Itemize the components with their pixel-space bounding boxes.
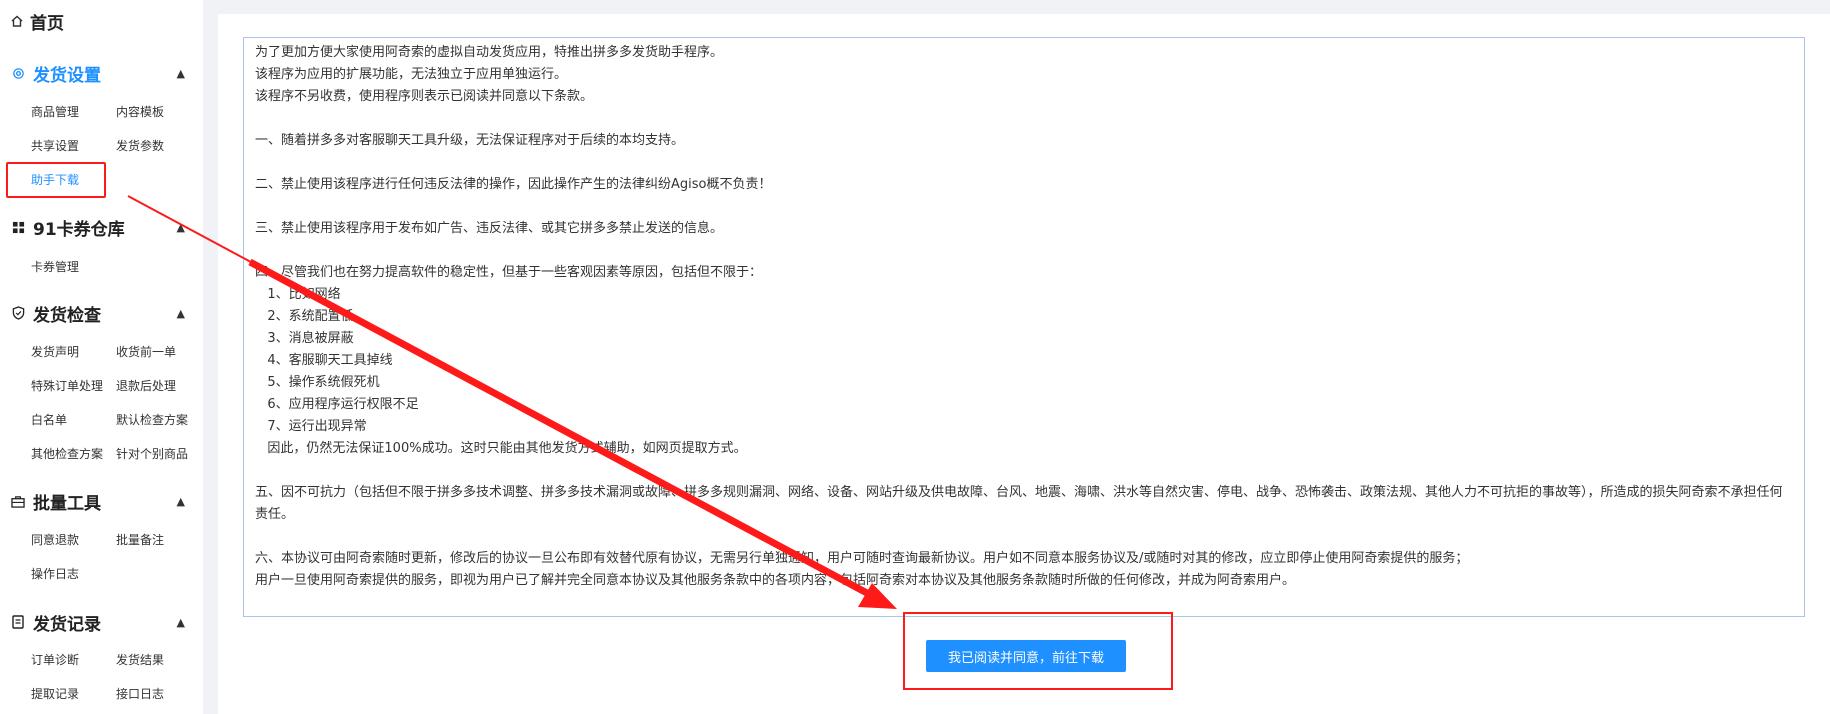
sidebar-item-order-diagnosis[interactable]: 订单诊断	[31, 651, 79, 669]
chevron-up-icon: ▲	[176, 66, 185, 80]
sidebar-item-batch-remark[interactable]: 批量备注	[116, 531, 164, 549]
sidebar-item-coupon-management[interactable]: 卡券管理	[31, 258, 79, 276]
sidebar-item-product-management[interactable]: 商品管理	[31, 103, 79, 121]
section-title: 发货设置	[33, 65, 101, 86]
sidebar-item-whitelist[interactable]: 白名单	[31, 411, 67, 429]
sidebar-item-agree-refund[interactable]: 同意退款	[31, 531, 79, 549]
sidebar-item-api-log[interactable]: 接口日志	[116, 685, 164, 703]
section-title: 发货记录	[33, 614, 101, 635]
sidebar-item-delivery-params[interactable]: 发货参数	[116, 137, 164, 155]
home-icon	[11, 15, 23, 27]
nav-home-label: 首页	[30, 13, 64, 34]
section-delivery-check[interactable]: 发货检查 ▲	[10, 300, 185, 326]
sidebar-item-other-check-plan[interactable]: 其他检查方案	[31, 445, 103, 463]
document-icon	[10, 615, 26, 629]
sidebar-item-specific-products[interactable]: 针对个别商品	[116, 445, 188, 463]
agreement-textarea[interactable]: 为了更加方便大家使用阿奇索的虚拟自动发货应用，特推出拼多多发货助手程序。 该程序…	[243, 37, 1805, 617]
grid-icon	[10, 221, 26, 234]
sidebar-item-operation-log[interactable]: 操作日志	[31, 565, 79, 583]
sidebar-item-delivery-statement[interactable]: 发货声明	[31, 343, 79, 361]
gear-icon	[10, 67, 26, 80]
sidebar: 首页 发货设置 ▲ 商品管理 内容模板 共享设置 发货参数 助手下载 91卡券仓…	[0, 0, 203, 714]
sidebar-item-post-refund[interactable]: 退款后处理	[116, 377, 176, 395]
section-title: 91卡券仓库	[33, 219, 125, 240]
section-delivery-settings[interactable]: 发货设置 ▲	[10, 60, 185, 86]
nav-home[interactable]: 首页	[10, 10, 64, 34]
sidebar-item-extract-records[interactable]: 提取记录	[31, 685, 79, 703]
section-title: 批量工具	[33, 493, 101, 514]
chevron-up-icon: ▲	[176, 220, 185, 234]
shield-icon	[10, 306, 26, 320]
sidebar-item-default-check-plan[interactable]: 默认检查方案	[116, 411, 188, 429]
chevron-up-icon: ▲	[176, 615, 185, 629]
highlight-box	[6, 162, 106, 198]
section-title: 发货检查	[33, 305, 101, 326]
sidebar-item-delivery-result[interactable]: 发货结果	[116, 651, 164, 669]
chevron-up-icon: ▲	[176, 306, 185, 320]
sidebar-item-pre-receipt-order[interactable]: 收货前一单	[116, 343, 176, 361]
sidebar-item-share-settings[interactable]: 共享设置	[31, 137, 79, 155]
sidebar-item-content-template[interactable]: 内容模板	[116, 103, 164, 121]
section-coupon-warehouse[interactable]: 91卡券仓库 ▲	[10, 214, 185, 240]
section-delivery-records[interactable]: 发货记录 ▲	[10, 609, 185, 635]
chevron-up-icon: ▲	[176, 494, 185, 508]
briefcase-icon	[10, 495, 26, 508]
agree-download-button[interactable]: 我已阅读并同意，前往下载	[926, 640, 1126, 672]
sidebar-item-special-order[interactable]: 特殊订单处理	[31, 377, 103, 395]
section-batch-tools[interactable]: 批量工具 ▲	[10, 488, 185, 514]
